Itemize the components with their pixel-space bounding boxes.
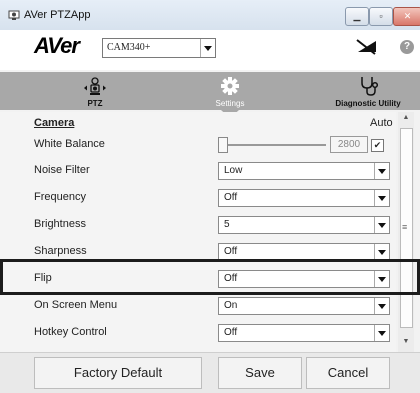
flip-row-highlight: [0, 259, 420, 295]
camera-select[interactable]: CAM340+: [102, 38, 216, 58]
noise-filter-label: Noise Filter: [34, 164, 90, 176]
white-balance-label: White Balance: [34, 138, 105, 150]
chevron-down-icon: [374, 298, 389, 314]
close-button[interactable]: ✕: [393, 7, 420, 26]
window-title: AVer PTZApp: [24, 9, 91, 21]
hotkey-control-select[interactable]: Off: [218, 324, 390, 342]
setting-row: Noise Filter Low: [0, 158, 396, 184]
white-balance-row: White Balance 2800 ✔: [0, 132, 396, 158]
setting-row: Frequency Off: [0, 185, 396, 211]
aver-logo: AVer: [34, 33, 80, 58]
factory-default-button[interactable]: Factory Default: [34, 357, 202, 389]
stethoscope-icon: [361, 77, 379, 96]
on-screen-menu-select[interactable]: On: [218, 297, 390, 315]
gear-icon: [221, 77, 239, 95]
brightness-select[interactable]: 5: [218, 216, 390, 234]
scrollbar-grip-icon: ≡: [402, 222, 408, 232]
maximize-button[interactable]: ▫: [369, 7, 393, 26]
chevron-down-icon: [374, 244, 389, 260]
white-balance-auto-checkbox[interactable]: ✔: [371, 139, 384, 152]
setting-row: Hotkey Control Off: [0, 320, 396, 346]
chevron-down-icon: [200, 39, 215, 57]
setting-row: On Screen Menu On: [0, 293, 396, 319]
tab-settings[interactable]: Settings: [195, 72, 265, 110]
chevron-down-icon: [374, 217, 389, 233]
frequency-select[interactable]: Off: [218, 189, 390, 207]
minimize-button[interactable]: ▁: [345, 7, 369, 26]
save-button[interactable]: Save: [218, 357, 302, 389]
mic-mute-icon[interactable]: [354, 38, 380, 56]
sharpness-value: Off: [224, 246, 238, 257]
settings-panel: Camera Auto White Balance 2800 ✔ Noise F…: [0, 112, 396, 352]
noise-filter-value: Low: [224, 165, 243, 176]
brightness-value: 5: [224, 219, 230, 230]
scroll-down-arrow-icon[interactable]: ▼: [402, 338, 410, 345]
help-icon[interactable]: ?: [400, 40, 414, 54]
hotkey-control-value: Off: [224, 327, 238, 338]
app-window: AVer PTZApp ▁ ▫ ✕ AVer CAM340+ ? PTZ Set…: [0, 0, 420, 393]
white-balance-slider-thumb[interactable]: [218, 137, 228, 153]
chevron-down-icon: [374, 325, 389, 341]
tab-diagnostic-utility-label: Diagnostic Utility: [335, 99, 401, 108]
chevron-down-icon: [374, 190, 389, 206]
sharpness-label: Sharpness: [34, 245, 87, 257]
ptz-camera-icon: [84, 77, 106, 95]
brightness-label: Brightness: [34, 218, 86, 230]
tab-settings-label: Settings: [215, 99, 245, 108]
frequency-label: Frequency: [34, 191, 86, 203]
section-title: Camera: [34, 117, 75, 129]
frequency-value: Off: [224, 192, 238, 203]
chevron-down-icon: [374, 163, 389, 179]
scroll-up-arrow-icon[interactable]: ▲: [402, 114, 410, 121]
noise-filter-select[interactable]: Low: [218, 162, 390, 180]
on-screen-menu-value: On: [224, 300, 238, 311]
on-screen-menu-label: On Screen Menu: [34, 299, 118, 311]
tab-diagnostic-utility[interactable]: Diagnostic Utility: [318, 72, 418, 110]
camera-select-value: CAM340+: [107, 42, 151, 53]
tab-ptz[interactable]: PTZ: [70, 72, 120, 110]
tab-ptz-label: PTZ: [87, 99, 103, 108]
white-balance-value[interactable]: 2800: [330, 136, 368, 153]
setting-row: Brightness 5: [0, 212, 396, 238]
cancel-button[interactable]: Cancel: [306, 357, 390, 389]
auto-label: Auto: [370, 117, 393, 129]
white-balance-slider-track[interactable]: [220, 144, 326, 146]
app-icon: [8, 10, 20, 20]
hotkey-control-label: Hotkey Control: [34, 326, 107, 338]
